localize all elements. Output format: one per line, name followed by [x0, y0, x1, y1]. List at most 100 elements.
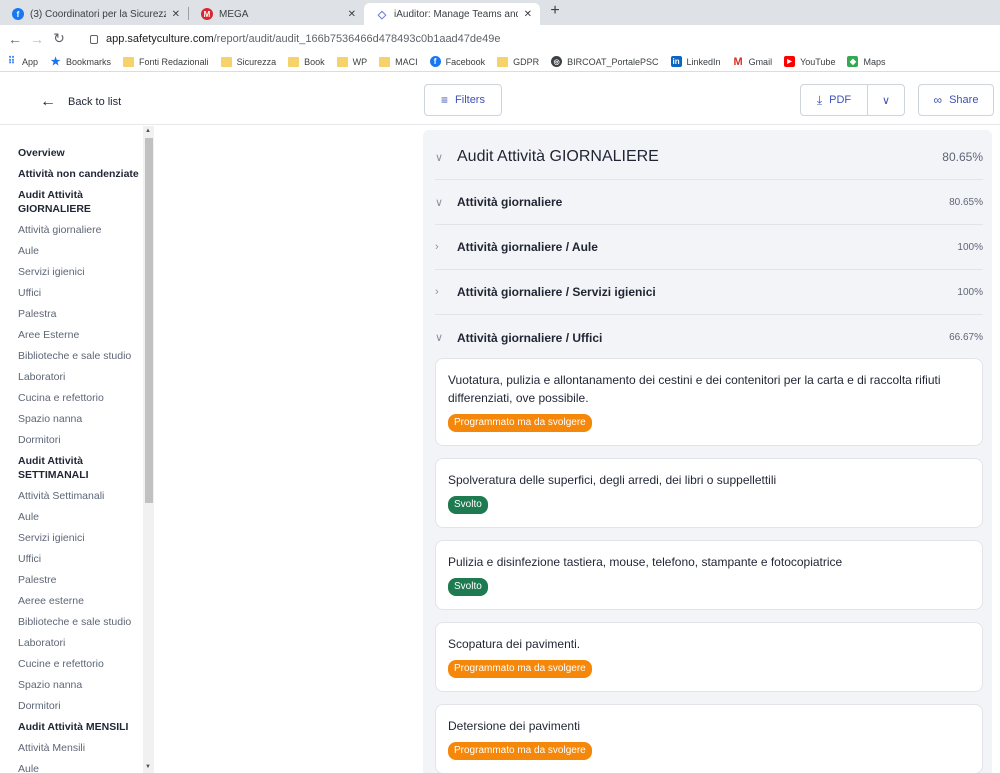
sidebar-item[interactable]: Laboratori [18, 370, 142, 384]
filters-button[interactable]: ≡ Filters [424, 84, 502, 116]
sidebar-item[interactable]: Attività giornaliere [18, 223, 142, 237]
sidebar-item[interactable]: Aule [18, 510, 142, 524]
bookmark-book[interactable]: Book [288, 56, 325, 67]
section-title: Attività giornaliere / Aule [457, 240, 598, 254]
sidebar-item[interactable]: Uffici [18, 286, 142, 300]
report-content: ∨ Audit Attività GIORNALIERE 80.65% ∨ At… [155, 126, 1000, 773]
bookmark-youtube[interactable]: ▶ YouTube [784, 56, 835, 67]
close-tab-icon[interactable]: ✕ [524, 9, 532, 20]
sidebar-item[interactable]: Attività Settimanali [18, 489, 142, 503]
bookmark-label: WP [352, 56, 368, 67]
reload-icon[interactable]: ↻ [48, 30, 70, 47]
bookmark-gdpr[interactable]: GDPR [497, 56, 540, 67]
chevron-down-icon: ∨ [435, 196, 444, 209]
sidebar-item[interactable]: Cucine e refettorio [18, 657, 142, 671]
section-audit-giornaliere[interactable]: ∨ Audit Attività GIORNALIERE 80.65% [435, 135, 983, 180]
bookmark-bircoat[interactable]: ◎ BIRCOAT_PortalePSC [551, 56, 659, 67]
sidebar-scrollbar-thumb[interactable] [145, 138, 153, 503]
facebook-icon: f [429, 56, 441, 67]
back-to-list-link[interactable]: ← Back to list [40, 93, 121, 111]
tab-title: MEGA [219, 8, 249, 20]
sidebar-item[interactable]: Aeree esterne [18, 594, 142, 608]
sidebar-item[interactable]: Cucina e refettorio [18, 391, 142, 405]
bookmark-label: Bookmarks [66, 56, 112, 67]
pdf-options-button[interactable]: ∨ [867, 84, 905, 116]
sidebar-item[interactable]: Attività non candenziate [18, 167, 142, 181]
audit-panel: ∨ Audit Attività GIORNALIERE 80.65% ∨ At… [423, 130, 992, 773]
section-uffici[interactable]: ∨ Attività giornaliere / Uffici 66.67% [435, 315, 983, 360]
iauditor-icon: ◇ [376, 8, 388, 21]
audit-item-card[interactable]: Detersione dei pavimenti Programmato ma … [435, 704, 983, 773]
sidebar-item[interactable]: Audit Attività GIORNALIERE [18, 188, 142, 216]
sidebar-item[interactable]: Dormitori [18, 699, 142, 713]
section-attivita-giornaliere[interactable]: ∨ Attività giornaliere 80.65% [435, 180, 983, 225]
forward-arrow-icon[interactable]: → [26, 31, 48, 47]
sidebar-item[interactable]: Aule [18, 762, 142, 773]
filter-icon: ≡ [441, 93, 449, 107]
bookmark-app[interactable]: ⠿ App [6, 56, 38, 67]
sidebar-item[interactable]: Dormitori [18, 433, 142, 447]
section-servizi-igienici[interactable]: › Attività giornaliere / Servizi igienic… [435, 270, 983, 315]
section-aule[interactable]: › Attività giornaliere / Aule 100% [435, 225, 983, 270]
sidebar-item[interactable]: Palestre [18, 573, 142, 587]
sidebar-item[interactable]: Palestra [18, 307, 142, 321]
audit-item-card[interactable]: Pulizia e disinfezione tastiera, mouse, … [435, 540, 983, 610]
close-tab-icon[interactable]: ✕ [172, 9, 180, 20]
sidebar-item[interactable]: Audit Attività MENSILI [18, 720, 142, 734]
bookmark-wp[interactable]: WP [336, 56, 368, 67]
sidebar-item[interactable]: Uffici [18, 552, 142, 566]
bookmark-label: Maps [863, 56, 886, 67]
audit-item-card[interactable]: Spolveratura delle superfici, degli arre… [435, 458, 983, 528]
sidebar-item[interactable]: Laboratori [18, 636, 142, 650]
bookmark-fonti-redazionali[interactable]: Fonti Redazionali [123, 56, 209, 67]
browser-tab-3-active[interactable]: ◇ iAuditor: Manage Teams and Insp ✕ [364, 3, 540, 25]
audit-item-card[interactable]: Scopatura dei pavimenti. Programmato ma … [435, 622, 983, 692]
sidebar-item[interactable]: Overview [18, 146, 142, 160]
linkedin-icon: in [670, 56, 682, 67]
sidebar-item[interactable]: Spazio nanna [18, 412, 142, 426]
sidebar-item[interactable]: Biblioteche e sale studio [18, 615, 142, 629]
browser-tab-1[interactable]: f (3) Coordinatori per la Sicurezza ✕ [0, 3, 188, 25]
bookmark-linkedin[interactable]: in LinkedIn [670, 56, 721, 67]
sidebar-item[interactable]: Spazio nanna [18, 678, 142, 692]
close-tab-icon[interactable]: ✕ [348, 9, 356, 20]
link-icon: ∞ [933, 93, 943, 107]
sidebar-item[interactable]: Servizi igienici [18, 265, 142, 279]
browser-tab-strip: f (3) Coordinatori per la Sicurezza ✕ M … [0, 0, 1000, 25]
scroll-up-arrow-icon[interactable]: ▲ [145, 128, 151, 134]
sidebar-item[interactable]: Audit Attività SETTIMANALI [18, 454, 142, 482]
sidebar-item[interactable]: Aule [18, 244, 142, 258]
audit-item-card[interactable]: Vuotatura, pulizia e allontanamento dei … [435, 358, 983, 446]
sidebar-nav: Overview Attività non candenziate Audit At… [18, 146, 142, 773]
maps-icon: ◆ [847, 56, 859, 67]
sidebar-item[interactable]: Attività Mensili [18, 741, 142, 755]
section-title: Attività giornaliere [457, 195, 563, 209]
sidebar-item[interactable]: Biblioteche e sale studio [18, 349, 142, 363]
back-arrow-icon[interactable]: ← [4, 31, 26, 47]
bookmark-maci[interactable]: MACI [379, 56, 418, 67]
tab-title: (3) Coordinatori per la Sicurezza [30, 8, 166, 20]
sidebar-item[interactable]: Aree Esterne [18, 328, 142, 342]
apps-grid-icon: ⠿ [6, 56, 17, 67]
tab-title: iAuditor: Manage Teams and Insp [394, 8, 518, 20]
section-score: 100% [957, 241, 983, 253]
address-bar[interactable]: app.safetyculture.com/report/audit/audit… [80, 29, 990, 48]
status-badge: Svolto [448, 496, 488, 514]
gmail-icon: M [733, 55, 743, 68]
bookmark-facebook[interactable]: f Facebook [429, 56, 485, 67]
bookmark-gmail[interactable]: M Gmail [733, 55, 772, 68]
bookmark-label: GDPR [513, 56, 540, 67]
chevron-right-icon: › [435, 241, 439, 253]
bookmark-bookmarks[interactable]: ★ Bookmarks [50, 56, 112, 68]
bookmark-maps[interactable]: ◆ Maps [847, 56, 885, 67]
sidebar-item[interactable]: Servizi igienici [18, 531, 142, 545]
new-tab-icon[interactable]: + [544, 2, 566, 20]
share-button[interactable]: ∞ Share [918, 84, 994, 116]
item-question: Detersione dei pavimenti [448, 719, 581, 733]
status-badge: Programmato ma da svolgere [448, 742, 592, 760]
scroll-down-arrow-icon[interactable]: ▼ [145, 764, 151, 770]
browser-toolbar: ← → ↻ app.safetyculture.com/report/audit… [0, 25, 1000, 52]
bookmark-sicurezza[interactable]: Sicurezza [220, 56, 276, 67]
pdf-button[interactable]: ⤓ PDF [800, 84, 868, 116]
browser-tab-2[interactable]: M MEGA ✕ [189, 3, 364, 25]
